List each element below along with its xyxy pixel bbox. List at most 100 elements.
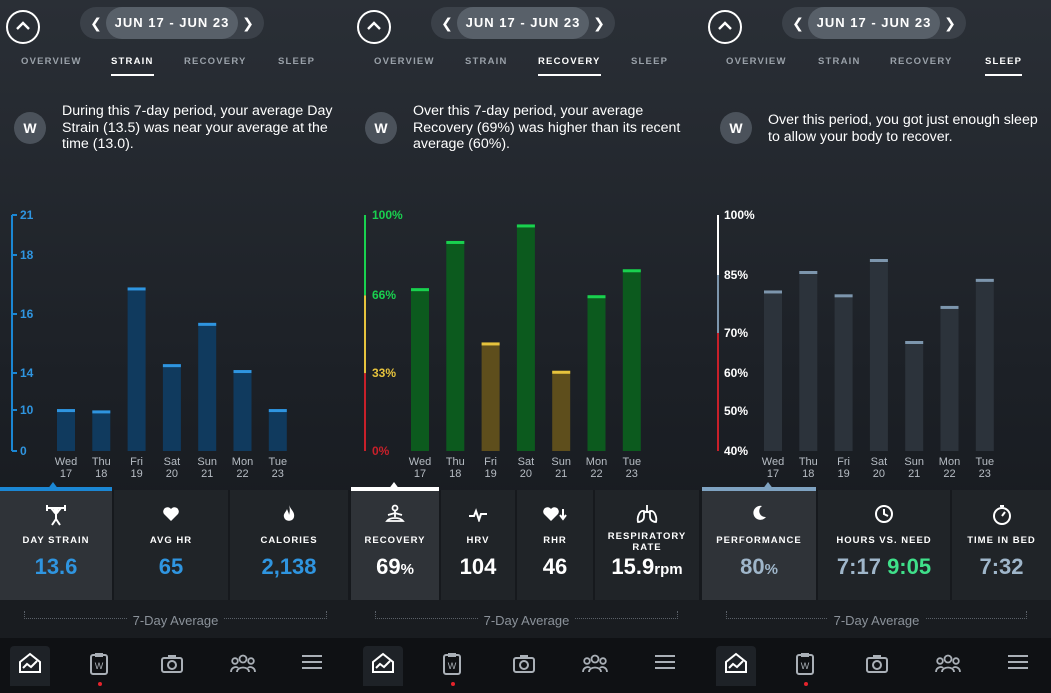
y-tick-label: 16 <box>20 307 34 321</box>
sleep-bar-chart: 40% 50% 60% 70% 85% 100% Wed17 Thu18 Fri19 Sat20 S… <box>717 208 995 480</box>
x-tick-label: Sun <box>904 456 924 468</box>
x-tick-label: 20 <box>166 468 178 480</box>
nav-menu[interactable] <box>292 646 332 686</box>
nav-journal[interactable]: W <box>80 646 120 686</box>
metric-recovery[interactable]: RECOVERY 69% <box>351 482 439 600</box>
nav-camera[interactable] <box>857 646 897 686</box>
tab-bar: OVERVIEW STRAIN RECOVERY SLEEP <box>702 56 1051 80</box>
metric-rhr[interactable]: RHR 46 <box>517 490 593 600</box>
x-tick-label: Mon <box>232 456 253 468</box>
bar-cap <box>587 295 606 299</box>
sleep-chart: 40% 50% 60% 70% 85% 100% Wed 17 Thu 18 Fri 19 Sat 20 S… <box>702 205 1051 490</box>
metric-calories[interactable]: CALORIES 2,138 <box>230 490 348 600</box>
tab-recovery[interactable]: RECOVERY <box>538 56 601 76</box>
metrics-row: PERFORMANCE 80% HOURS VS. NEED 7:17 9:05… <box>702 482 1051 600</box>
tab-sleep[interactable]: SLEEP <box>985 56 1023 76</box>
date-range-selector[interactable]: ❮ JUN 17 - JUN 23 ❯ <box>782 7 966 39</box>
y-tick-label: 40% <box>724 444 748 458</box>
x-tick-label: Fri <box>484 456 497 468</box>
selection-pointer <box>762 482 774 490</box>
tab-overview[interactable]: OVERVIEW <box>21 56 82 67</box>
strain-bar-chart: 01014161821Wed17Thu18Fri19Sat20Sun21Mon2… <box>11 208 287 480</box>
nav-menu[interactable] <box>645 646 685 686</box>
tab-strain[interactable]: STRAIN <box>818 56 861 67</box>
flame-icon <box>230 504 348 528</box>
chevron-up-icon <box>16 21 30 30</box>
metric-value: 7:32 <box>979 554 1024 579</box>
bar-cap <box>92 410 111 414</box>
nav-team[interactable] <box>574 646 614 686</box>
y-tick-label: 60% <box>724 366 748 380</box>
bottom-nav: W <box>351 638 702 693</box>
x-tick-label: 22 <box>236 468 248 480</box>
metric-hours-vs-need[interactable]: HOURS VS. NEED 7:17 9:05 <box>818 490 950 600</box>
metric-label: TIME IN BED <box>967 535 1036 546</box>
team-icon <box>230 654 256 673</box>
nav-journal[interactable]: W <box>786 646 826 686</box>
x-tick-label: Fri <box>130 456 143 468</box>
tab-recovery[interactable]: RECOVERY <box>890 56 953 67</box>
nav-team[interactable] <box>927 646 967 686</box>
collapse-button[interactable] <box>6 10 40 44</box>
x-tick-label: 17 <box>767 468 779 480</box>
metric-value: 46 <box>542 554 568 579</box>
metric-day-strain[interactable]: DAY STRAIN 13.6 <box>0 482 112 600</box>
tab-sleep[interactable]: SLEEP <box>278 56 315 67</box>
date-range-selector[interactable]: ❮ JUN 17 - JUN 23 ❯ <box>431 7 615 39</box>
bar-cap <box>446 240 465 244</box>
menu-icon <box>1008 655 1028 669</box>
average-label: 7-Day Average <box>126 613 225 628</box>
nav-camera[interactable] <box>152 646 192 686</box>
journal-icon: W <box>443 653 461 675</box>
seven-day-average: 7-Day Average <box>702 600 1051 638</box>
nav-home[interactable] <box>363 646 403 686</box>
chevron-up-icon <box>367 21 381 30</box>
bar <box>799 271 818 451</box>
tab-strain[interactable]: STRAIN <box>111 56 154 76</box>
nav-home[interactable] <box>10 646 50 686</box>
insight-text: Over this 7-day period, your average Rec… <box>413 103 681 152</box>
metric-hrv[interactable]: HRV 104 <box>441 490 515 600</box>
metric-time-in-bed[interactable]: TIME IN BED 7:32 <box>952 490 1051 600</box>
nav-home[interactable] <box>716 646 756 686</box>
insight-text: Over this period, you got just enough sl… <box>768 112 1038 145</box>
nav-camera[interactable] <box>504 646 544 686</box>
stopwatch-icon <box>952 504 1051 528</box>
x-tick-label: 20 <box>520 468 532 480</box>
bar <box>57 409 75 451</box>
next-week-button[interactable]: ❯ <box>585 7 613 39</box>
y-tick-label: 21 <box>20 208 34 222</box>
bottom-nav: W <box>0 638 351 693</box>
next-week-button[interactable]: ❯ <box>234 7 262 39</box>
x-tick-label: Thu <box>799 456 818 468</box>
tab-bar: OVERVIEW STRAIN RECOVERY SLEEP <box>351 56 702 80</box>
nav-menu[interactable] <box>998 646 1038 686</box>
nav-journal[interactable]: W <box>433 646 473 686</box>
collapse-button[interactable] <box>708 10 742 44</box>
tab-overview[interactable]: OVERVIEW <box>374 56 435 67</box>
average-label-wrap: 7-Day Average <box>351 613 702 628</box>
bar <box>268 409 287 451</box>
x-tick-label: Mon <box>939 456 960 468</box>
x-tick-label: Tue <box>976 456 995 468</box>
sleep-panel: ❮ JUN 17 - JUN 23 ❯ OVERVIEW STRAIN RECO… <box>702 0 1051 693</box>
metric-performance[interactable]: PERFORMANCE 80% <box>702 482 816 600</box>
nav-team[interactable] <box>222 646 262 686</box>
tab-sleep[interactable]: SLEEP <box>631 56 668 67</box>
weightlifter-icon <box>0 504 112 528</box>
collapse-button[interactable] <box>357 10 391 44</box>
next-week-button[interactable]: ❯ <box>936 7 964 39</box>
pulse-icon <box>441 504 515 528</box>
bar <box>446 240 465 451</box>
tab-overview[interactable]: OVERVIEW <box>726 56 787 67</box>
date-range-selector[interactable]: ❮ JUN 17 - JUN 23 ❯ <box>80 7 264 39</box>
tab-recovery[interactable]: RECOVERY <box>184 56 247 67</box>
metric-respiratory-rate[interactable]: RESPIRATORY RATE 15.9rpm <box>595 490 699 600</box>
tab-strain[interactable]: STRAIN <box>465 56 508 67</box>
x-tick-label: 19 <box>837 468 849 480</box>
average-label-wrap: 7-Day Average <box>0 613 351 628</box>
metric-avg-hr[interactable]: AVG HR 65 <box>114 490 228 600</box>
bar-cap <box>481 342 500 346</box>
x-tick-label: Sat <box>164 456 181 468</box>
selection-pointer <box>388 482 400 490</box>
